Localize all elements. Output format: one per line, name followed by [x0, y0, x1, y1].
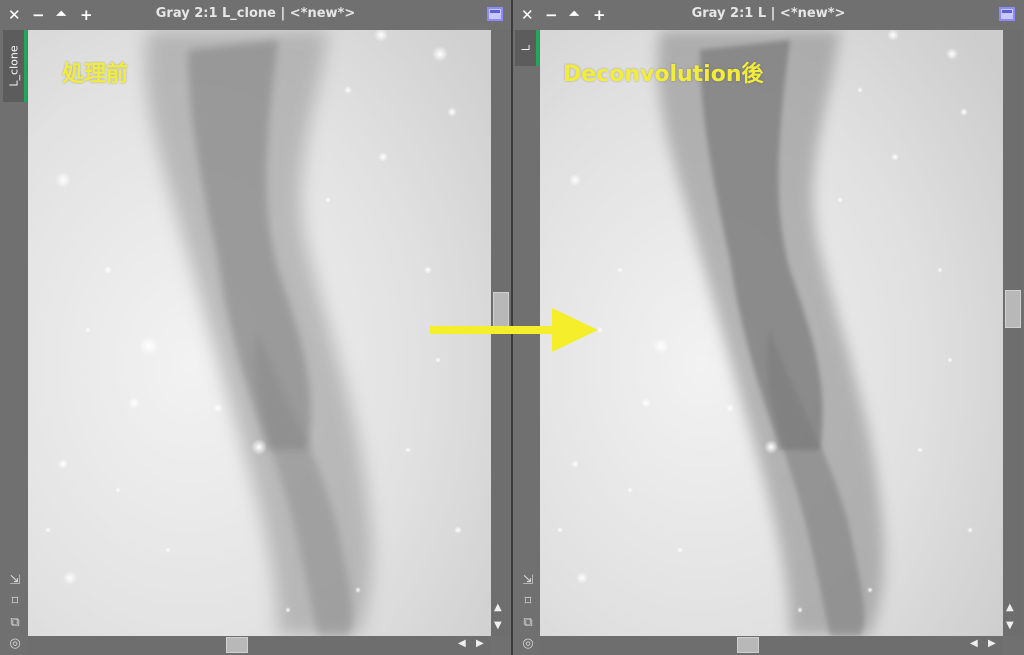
scroll-down-icon[interactable]: ▼ — [1006, 620, 1014, 631]
clone-icon[interactable]: ⧉ — [519, 612, 537, 633]
fit-icon[interactable]: ⌑ — [519, 591, 537, 612]
nebula-image-render — [28, 30, 491, 636]
window-title: Gray 2:1 L | <*new*> — [691, 6, 846, 21]
right-vertical-scroll-thumb[interactable] — [1005, 290, 1021, 328]
nebula-image-after[interactable] — [540, 30, 1003, 636]
view-tab-label: L_clone — [7, 45, 20, 87]
right-horizontal-scroll-thumb[interactable] — [737, 637, 759, 653]
left-horizontal-scrollbar[interactable]: ◀ ▶ — [28, 636, 491, 655]
scroll-left-icon[interactable]: ◀ — [458, 638, 466, 649]
view-tab-l-clone[interactable]: L_clone — [3, 30, 27, 102]
before-caption: 処理前 — [62, 62, 129, 87]
scroll-down-icon[interactable]: ▼ — [494, 620, 502, 631]
scroll-up-icon[interactable]: ▲ — [494, 602, 502, 613]
comparison-arrow-icon — [430, 308, 598, 352]
target-icon[interactable]: ◎ — [6, 633, 24, 654]
right-vertical-scrollbar[interactable]: ▲ ▼ — [1003, 30, 1023, 636]
clone-icon[interactable]: ⧉ — [6, 612, 24, 633]
after-caption: Deconvolution後 — [563, 62, 764, 87]
left-horizontal-scroll-thumb[interactable] — [226, 637, 248, 653]
window-title: Gray 2:1 L_clone | <*new*> — [155, 6, 356, 21]
resize-diagonal-icon[interactable]: ⇲ — [6, 570, 24, 591]
nebula-image-before[interactable] — [28, 30, 491, 636]
nebula-image-render — [540, 30, 1003, 636]
right-horizontal-scrollbar[interactable]: ◀ ▶ — [540, 636, 1003, 655]
right-side-toolbar: ⇲ ⌑ ⧉ ◎ — [519, 570, 537, 654]
scroll-right-icon[interactable]: ▶ — [476, 638, 484, 649]
scroll-left-icon[interactable]: ◀ — [970, 638, 978, 649]
right-titlebar[interactable]: ✕ − ⏶ + Gray 2:1 L | <*new*> — [513, 0, 1024, 30]
scroll-up-icon[interactable]: ▲ — [1006, 602, 1014, 613]
shade-window-icon[interactable] — [487, 7, 503, 21]
view-tab-label: L — [519, 44, 532, 52]
resize-diagonal-icon[interactable]: ⇲ — [519, 570, 537, 591]
target-icon[interactable]: ◎ — [519, 633, 537, 654]
view-tab-l[interactable]: L — [515, 30, 539, 66]
left-side-toolbar: ⇲ ⌑ ⧉ ◎ — [6, 570, 24, 654]
fit-icon[interactable]: ⌑ — [6, 591, 24, 612]
shade-window-icon[interactable] — [999, 7, 1015, 21]
left-titlebar[interactable]: ✕ − ⏶ + Gray 2:1 L_clone | <*new*> — [0, 0, 511, 30]
scroll-right-icon[interactable]: ▶ — [988, 638, 996, 649]
